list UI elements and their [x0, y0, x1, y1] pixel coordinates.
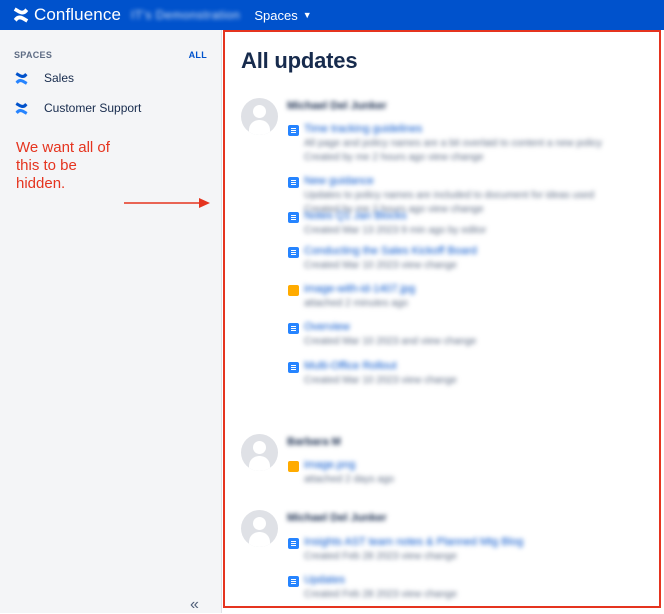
logo-text: Confluence [34, 5, 122, 24]
chevron-down-icon: ▼ [302, 10, 312, 20]
annotation-line: hidden. [16, 175, 66, 192]
collapse-sidebar-icon[interactable]: « [190, 596, 199, 614]
confluence-logo-icon [13, 7, 29, 23]
site-name: IT's Demonstration [131, 8, 241, 22]
sidebar-all-link[interactable]: ALL [189, 50, 207, 60]
confluence-space-icon [15, 101, 28, 115]
sidebar-header: SPACES ALL [0, 30, 221, 60]
annotation-highlight-box [223, 30, 661, 608]
sidebar-spaces-heading: SPACES [14, 50, 53, 60]
sidebar-item-sales[interactable]: Sales [0, 63, 221, 93]
sidebar: SPACES ALL Sales Customer Support « [0, 30, 222, 613]
spaces-menu-label: Spaces [254, 7, 298, 23]
confluence-space-icon [15, 71, 28, 85]
annotation-line: this to be [16, 157, 77, 174]
spaces-menu-button[interactable]: Spaces ▼ [254, 8, 311, 23]
sidebar-item-label: Sales [44, 71, 75, 85]
confluence-logo[interactable]: Confluence [12, 5, 121, 25]
sidebar-item-customer-support[interactable]: Customer Support [0, 93, 221, 123]
sidebar-item-label: Customer Support [44, 101, 142, 115]
top-navigation-bar: Confluence IT's Demonstration Spaces ▼ [0, 0, 664, 30]
annotation-line: We want all of [16, 139, 110, 156]
annotation-arrow-icon [124, 198, 210, 208]
annotation-note: We want all of this to be hidden. [16, 139, 126, 193]
